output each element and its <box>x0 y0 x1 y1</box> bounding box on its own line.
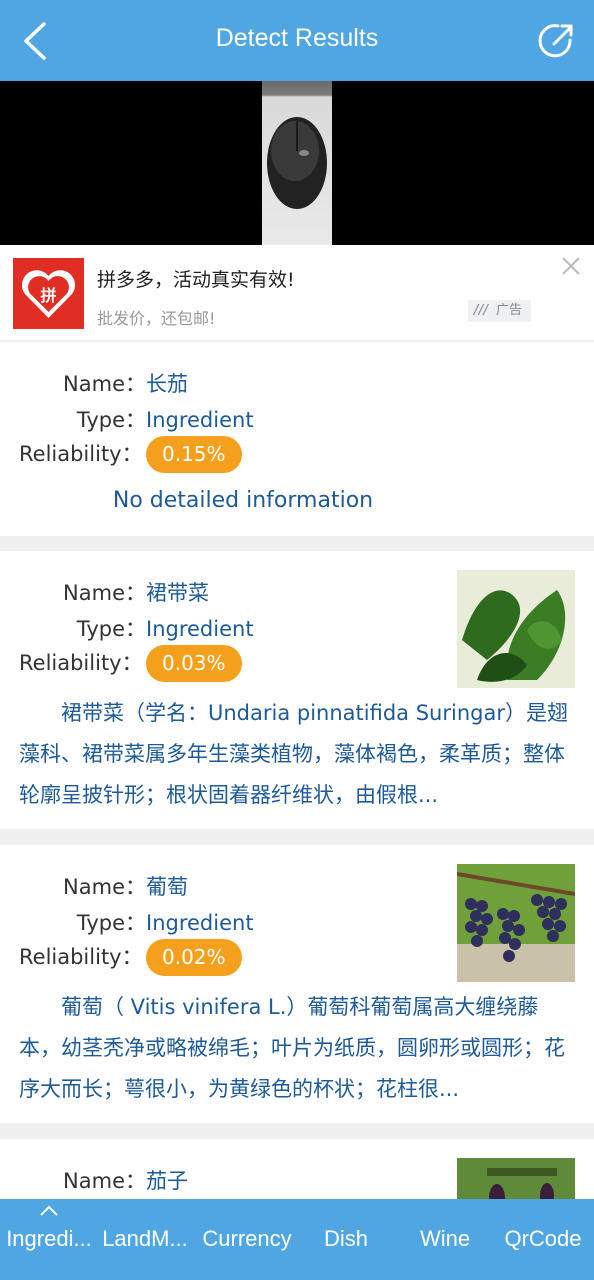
tab-dish[interactable]: Dish <box>297 1226 395 1252</box>
reliability-badge: 0.15% <box>146 436 242 473</box>
name-label: Name： <box>63 875 146 899</box>
result-name: 茄子 <box>146 1169 188 1193</box>
result-name: 葡萄 <box>146 875 188 899</box>
tab-ingredient[interactable]: Ingredi... <box>0 1226 98 1252</box>
reliability-row: Reliability： 0.15% <box>0 436 242 473</box>
result-description: 裙带菜（学名：Undaria pinnatifida Suringar）是翅藻科… <box>19 701 568 807</box>
result-card[interactable]: Name：茄子 <box>0 1139 594 1199</box>
no-detail-text: No detailed information <box>112 488 374 513</box>
reliability-row: Reliability： 0.02% <box>0 939 242 976</box>
name-row: Name：长茄 <box>0 368 188 398</box>
captured-image-preview <box>0 81 594 245</box>
name-label: Name： <box>63 581 146 605</box>
name-row: Name：茄子 <box>0 1165 188 1195</box>
result-name: 长茄 <box>146 372 188 396</box>
result-card[interactable]: Name：葡萄 Type：Ingredient Reliability： 0.02… <box>0 845 594 1123</box>
name-row: Name：裙带菜 <box>0 577 209 607</box>
chevron-up-icon <box>40 1205 58 1216</box>
eggplant-thumbnail <box>457 1158 575 1199</box>
ad-banner[interactable]: 拼 拼多多，活动真实有效! 批发价，还包邮! /// 广告 <box>0 245 594 341</box>
result-description: 葡萄（ Vitis vinifera L.）葡萄科葡萄属高大缠绕藤本，幼茎秃净或… <box>19 995 565 1101</box>
ad-badge: /// 广告 <box>468 300 531 322</box>
tab-currency[interactable]: Currency <box>198 1226 296 1252</box>
result-type: Ingredient <box>146 911 254 935</box>
seaweed-thumbnail <box>457 570 575 688</box>
share-icon[interactable] <box>536 20 578 62</box>
pinduoduo-logo: 拼 <box>13 258 84 329</box>
result-card[interactable]: Name：长茄 Type：Ingredient Reliability： 0.15… <box>0 342 594 536</box>
reliability-label: Reliability： <box>19 944 143 969</box>
result-name: 裙带菜 <box>146 581 209 605</box>
result-card[interactable]: Name：裙带菜 Type：Ingredient Reliability： 0.0… <box>0 551 594 829</box>
tab-qrcode[interactable]: QrCode <box>494 1226 592 1252</box>
ad-network-icon: /// <box>474 303 489 318</box>
type-label: Type： <box>76 617 146 641</box>
reliability-row: Reliability： 0.03% <box>0 645 242 682</box>
reliability-label: Reliability： <box>19 441 143 466</box>
name-label: Name： <box>63 1169 146 1193</box>
svg-text:拼: 拼 <box>40 286 56 305</box>
page-title: Detect Results <box>215 24 379 52</box>
ad-title: 拼多多，活动真实有效! <box>97 269 295 291</box>
type-row: Type：Ingredient <box>0 613 254 643</box>
close-icon[interactable] <box>560 255 582 277</box>
captured-photo <box>262 81 332 245</box>
type-label: Type： <box>76 408 146 432</box>
name-row: Name：葡萄 <box>0 871 188 901</box>
type-label: Type： <box>76 911 146 935</box>
ad-badge-label: 广告 <box>496 303 523 318</box>
type-row: Type：Ingredient <box>0 404 254 434</box>
reliability-badge: 0.02% <box>146 939 242 976</box>
result-type: Ingredient <box>146 617 254 641</box>
type-row: Type：Ingredient <box>0 907 254 937</box>
result-type: Ingredient <box>146 408 254 432</box>
ad-subtitle: 批发价，还包邮! <box>97 309 216 328</box>
tab-wine[interactable]: Wine <box>396 1226 494 1252</box>
tab-landmark[interactable]: LandM... <box>96 1226 194 1252</box>
mouse-image <box>267 117 327 209</box>
grapes-thumbnail <box>457 864 575 982</box>
reliability-label: Reliability： <box>19 650 143 675</box>
top-bar: Detect Results <box>0 0 594 81</box>
name-label: Name： <box>63 372 146 396</box>
bottom-tab-bar: Ingredi... LandM... Currency Dish Wine Q… <box>0 1199 594 1280</box>
reliability-badge: 0.03% <box>146 645 242 682</box>
